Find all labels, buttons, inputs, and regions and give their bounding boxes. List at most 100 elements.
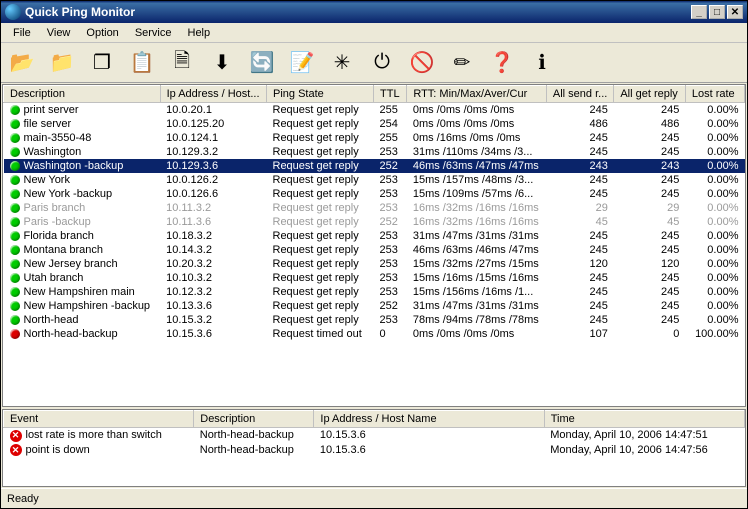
paste-icon[interactable]: 📋 [125, 46, 159, 80]
info-icon[interactable]: ℹ [525, 46, 559, 80]
cell: 10.0.125.20 [160, 117, 266, 131]
event-row[interactable]: ✕point is downNorth-head-backup10.15.3.6… [4, 443, 745, 458]
status-dot-icon [10, 329, 20, 339]
cell: 245 [614, 229, 686, 243]
close-button[interactable]: ✕ [727, 5, 743, 19]
open-folder-icon[interactable]: 📂 [5, 46, 39, 80]
copy-icon[interactable]: ❐ [85, 46, 119, 80]
window-title: Quick Ping Monitor [25, 5, 691, 19]
cell: 245 [546, 187, 613, 201]
cell: 29 [546, 201, 613, 215]
cell: 0.00% [685, 187, 744, 201]
cell: 10.15.3.2 [160, 313, 266, 327]
cell: Utah branch [4, 271, 161, 285]
cell: 10.20.3.2 [160, 257, 266, 271]
status-dot-icon [10, 245, 20, 255]
minimize-button[interactable]: _ [691, 5, 707, 19]
cell: Washington [4, 145, 161, 159]
cell: 486 [614, 117, 686, 131]
cell: Request get reply [267, 257, 374, 271]
cell: 245 [546, 145, 613, 159]
cell: 15ms /16ms /15ms /16ms [407, 271, 547, 285]
asterisk-icon[interactable]: ✳ [325, 46, 359, 80]
cell: 486 [546, 117, 613, 131]
cell: 254 [374, 117, 407, 131]
table-row[interactable]: main-3550-4810.0.124.1Request get reply2… [4, 131, 745, 145]
error-icon: ✕ [10, 430, 22, 442]
event-column-header[interactable]: Description [194, 411, 314, 428]
column-header[interactable]: TTL [374, 86, 407, 103]
event-column-header[interactable]: Time [544, 411, 744, 428]
cell: New York [4, 173, 161, 187]
cell: 245 [546, 243, 613, 257]
note-icon[interactable]: 📝 [285, 46, 319, 80]
maximize-button[interactable]: □ [709, 5, 725, 19]
cell: 245 [546, 173, 613, 187]
event-grid[interactable]: EventDescriptionIp Address / Host NameTi… [2, 409, 746, 487]
table-row[interactable]: New Hampshiren -backup10.13.3.6Request g… [4, 299, 745, 313]
table-row[interactable]: Florida branch10.18.3.2Request get reply… [4, 229, 745, 243]
status-dot-icon [10, 273, 20, 283]
table-row[interactable]: Washington -backup10.129.3.6Request get … [4, 159, 745, 173]
column-header[interactable]: Description [4, 86, 161, 103]
table-row[interactable]: New York10.0.126.2Request get reply25315… [4, 173, 745, 187]
cell: 10.0.20.1 [160, 103, 266, 118]
cell: 253 [374, 187, 407, 201]
cell: 15ms /157ms /48ms /3... [407, 173, 547, 187]
column-header[interactable]: Ping State [267, 86, 374, 103]
arrow-down-icon[interactable]: ⬇ [205, 46, 239, 80]
event-column-header[interactable]: Ip Address / Host Name [314, 411, 544, 428]
cell: 15ms /156ms /16ms /1... [407, 285, 547, 299]
new-doc-icon[interactable]: 🗎 [165, 46, 199, 80]
cell: 245 [546, 299, 613, 313]
table-row[interactable]: Paris branch10.11.3.2Request get reply25… [4, 201, 745, 215]
cell: North-head-backup [194, 428, 314, 443]
menu-help[interactable]: Help [180, 25, 219, 41]
column-header[interactable]: Ip Address / Host... [160, 86, 266, 103]
column-header[interactable]: RTT: Min/Max/Aver/Cur [407, 86, 547, 103]
cell: 0.00% [685, 173, 744, 187]
disable-icon[interactable]: 🚫 [405, 46, 439, 80]
column-header[interactable]: All get reply [614, 86, 686, 103]
table-row[interactable]: New Jersey branch10.20.3.2Request get re… [4, 257, 745, 271]
column-header[interactable]: Lost rate [685, 86, 744, 103]
cell: file server [4, 117, 161, 131]
column-header[interactable]: All send r... [546, 86, 613, 103]
cell: 10.0.124.1 [160, 131, 266, 145]
event-column-header[interactable]: Event [4, 411, 194, 428]
cell: Request timed out [267, 327, 374, 341]
cell: Florida branch [4, 229, 161, 243]
table-row[interactable]: file server10.0.125.20Request get reply2… [4, 117, 745, 131]
menu-service[interactable]: Service [127, 25, 180, 41]
event-row[interactable]: ✕lost rate is more than switchNorth-head… [4, 428, 745, 443]
host-grid[interactable]: DescriptionIp Address / Host...Ping Stat… [2, 84, 746, 407]
cell: Request get reply [267, 159, 374, 173]
statusbar: Ready [1, 488, 747, 508]
table-row[interactable]: North-head10.15.3.2Request get reply2537… [4, 313, 745, 327]
cell: 0.00% [685, 201, 744, 215]
table-row[interactable]: New Hampshiren main10.12.3.2Request get … [4, 285, 745, 299]
menu-view[interactable]: View [39, 25, 79, 41]
table-row[interactable]: New York -backup10.0.126.6Request get re… [4, 187, 745, 201]
save-folder-icon[interactable]: 📁 [45, 46, 79, 80]
table-row[interactable]: Washington10.129.3.2Request get reply253… [4, 145, 745, 159]
edit-icon[interactable]: ✏ [445, 46, 479, 80]
cell: 100.00% [685, 327, 744, 341]
menu-file[interactable]: File [5, 25, 39, 41]
cell: print server [4, 103, 161, 118]
table-row[interactable]: Montana branch10.14.3.2Request get reply… [4, 243, 745, 257]
cell: 15ms /109ms /57ms /6... [407, 187, 547, 201]
help-icon[interactable]: ❓ [485, 46, 519, 80]
cell: 245 [614, 299, 686, 313]
table-row[interactable]: Paris -backup10.11.3.6Request get reply2… [4, 215, 745, 229]
table-row[interactable]: North-head-backup10.15.3.6Request timed … [4, 327, 745, 341]
menu-option[interactable]: Option [78, 25, 126, 41]
titlebar: Quick Ping Monitor _ □ ✕ [1, 1, 747, 23]
cell: 31ms /47ms /31ms /31ms [407, 229, 547, 243]
table-row[interactable]: print server10.0.20.1Request get reply25… [4, 103, 745, 118]
table-row[interactable]: Utah branch10.10.3.2Request get reply253… [4, 271, 745, 285]
cell: 245 [614, 243, 686, 257]
refresh-icon[interactable]: 🔄 [245, 46, 279, 80]
cell: Request get reply [267, 285, 374, 299]
stop-icon[interactable]: ⏻ [365, 46, 399, 80]
